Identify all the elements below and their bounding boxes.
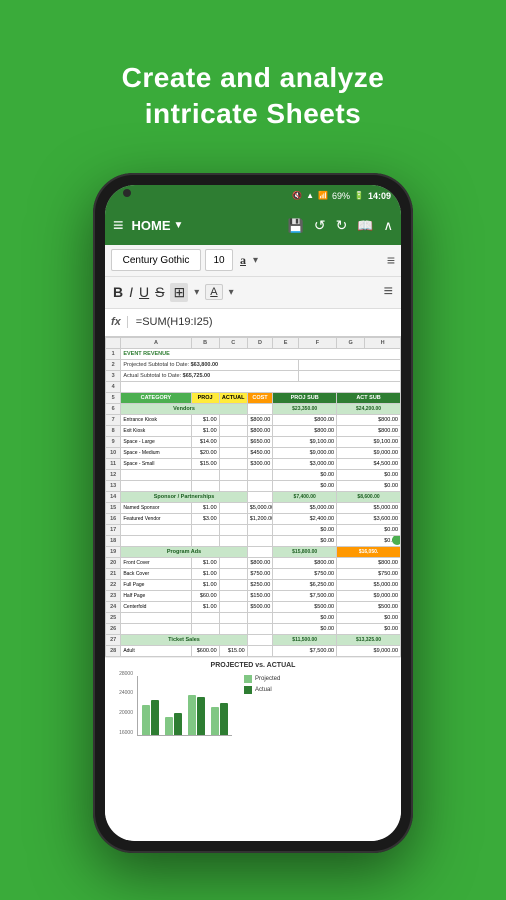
actual-header: ACTUAL	[219, 392, 247, 403]
actual-subtotal-row: Actual Subtotal to Date: $65,725.00	[121, 370, 298, 381]
italic-button[interactable]: I	[129, 284, 133, 300]
table-row: 15 Named Sponsor $1.00 $5,000.00 $5,000.…	[106, 502, 401, 513]
projected-header: PROJ	[191, 392, 219, 403]
legend-actual: Actual	[244, 686, 280, 694]
chart-bars	[137, 676, 232, 736]
actual-subtotal-header: ACT SUB	[337, 392, 401, 403]
font-size-value: 10	[213, 255, 224, 266]
projected-legend-label: Projected	[255, 676, 280, 682]
font-size-box[interactable]: 10	[205, 249, 233, 271]
align-right-icon[interactable]: ≡	[384, 283, 393, 301]
phone-outer: 🔇 ▲ 📶 69% 🔋 14:09 ≡ HOME ▼ 💾 ↺ ↻ 📖	[93, 173, 413, 853]
hamburger-icon[interactable]: ≡	[113, 215, 124, 236]
table-row: 11 Space - Small $15.00 $300.00 $3,000.0…	[106, 458, 401, 469]
signal-icon: 📶	[318, 191, 328, 200]
chart-section: PROJECTED vs. ACTUAL 28000 24000 20000 1…	[105, 657, 401, 738]
table-row: 16 Featured Vendor $3.00 $1,200.00 $2,40…	[106, 513, 401, 524]
table-row: 10 Space - Medium $20.00 $450.00 $9,000.…	[106, 447, 401, 458]
cost-header: COST	[247, 392, 273, 403]
mute-icon: 🔇	[292, 191, 302, 200]
table-row: 7 Entrance Kiosk $1.00 $800.00 $800.00 $…	[106, 414, 401, 425]
home-button[interactable]: HOME ▼	[132, 218, 184, 233]
projected-subtotal-row: Projected Subtotal to Date: $63,800.00	[121, 359, 298, 370]
bar-group-4	[211, 703, 228, 735]
save-icon[interactable]: 💾	[288, 218, 304, 234]
table-row: 13 $0.00 $0.00	[106, 480, 401, 491]
status-bar: 🔇 ▲ 📶 69% 🔋 14:09	[105, 185, 401, 207]
highlight-dropdown[interactable]: ▾	[229, 287, 234, 298]
table-row: 8 Exit Kiosk $1.00 $800.00 $800.00 $800.…	[106, 425, 401, 436]
underline-a-icon[interactable]: a	[237, 253, 249, 268]
legend-projected: Projected	[244, 675, 280, 683]
battery-level: 69%	[332, 191, 350, 201]
chart-y-axis: 28000 24000 20000 16000	[111, 671, 133, 736]
header-title: Create and analyze intricate Sheets	[102, 30, 405, 153]
spreadsheet-area[interactable]: A B C D E F G H 1 EVENT REVENUE	[105, 337, 401, 841]
format-bar: Century Gothic 10 a ▾ ≡	[105, 245, 401, 277]
actual-legend-label: Actual	[255, 687, 272, 693]
proj-subtotal-header: PROJ SUB	[273, 392, 337, 403]
formula-text[interactable]: =SUM(H19:I25)	[136, 316, 213, 328]
event-revenue-title: EVENT REVENUE	[121, 348, 401, 359]
dropdown-icon: ▼	[174, 220, 184, 231]
home-label: HOME	[132, 218, 171, 233]
text-format-bar: B I U S ⊞ ▾ A ▾ ≡	[105, 277, 401, 309]
clock: 14:09	[368, 191, 391, 201]
underline-button[interactable]: U	[139, 284, 149, 300]
table-row: 21 Back Cover $1.00 $750.00 $750.00 $750…	[106, 568, 401, 579]
phone-screen: 🔇 ▲ 📶 69% 🔋 14:09 ≡ HOME ▼ 💾 ↺ ↻ 📖	[105, 185, 401, 841]
program-ads-section-header: Program Ads	[121, 546, 247, 557]
sponsor-section-header: Sponsor / Partnerships	[121, 491, 247, 502]
highlight-button[interactable]: A	[205, 284, 222, 300]
font-name-value: Century Gothic	[123, 255, 190, 266]
table-row: 28 Adult $600.00 $15.00 $7,500.00 $9,000…	[106, 645, 401, 656]
fx-label: fx	[111, 316, 128, 328]
table-row: 9 Space - Large $14.00 $650.00 $9,100.00…	[106, 436, 401, 447]
formula-bar: fx =SUM(H19:I25)	[105, 309, 401, 337]
battery-icon: 🔋	[354, 191, 364, 200]
toolbar-top: ≡ HOME ▼ 💾 ↺ ↻ 📖 ∧	[105, 207, 401, 245]
table-row: 18 $0.00 $0.00	[106, 535, 401, 546]
table-row: 23 Half Page $60.00 $150.00 $7,500.00 $9…	[106, 590, 401, 601]
book-icon[interactable]: 📖	[357, 218, 373, 234]
chart-title: PROJECTED vs. ACTUAL	[111, 662, 395, 669]
strikethrough-button[interactable]: S	[155, 284, 164, 300]
expand-icon[interactable]: ∧	[383, 218, 393, 234]
font-name-box[interactable]: Century Gothic	[111, 249, 201, 271]
header-section: Create and analyze intricate Sheets	[72, 0, 435, 168]
wifi-icon: ▲	[306, 191, 314, 200]
cell-format-button[interactable]: ⊞	[170, 283, 188, 302]
bold-button[interactable]: B	[113, 284, 123, 300]
category-header: CATEGORY	[121, 392, 191, 403]
bar-group-3	[188, 695, 205, 735]
table-row: 24 Centerfold $1.00 $500.00 $500.00 $500…	[106, 601, 401, 612]
phone-wrapper: 🔇 ▲ 📶 69% 🔋 14:09 ≡ HOME ▼ 💾 ↺ ↻ 📖	[93, 173, 413, 853]
phone-camera	[123, 189, 131, 197]
table-row: 25 $0.00 $0.00	[106, 612, 401, 623]
bar-group-2	[165, 713, 182, 735]
toolbar-icons: 💾 ↺ ↻ 📖 ∧	[288, 217, 393, 234]
redo-icon[interactable]: ↻	[336, 217, 348, 234]
cell-format-dropdown[interactable]: ▾	[194, 287, 199, 298]
align-icon[interactable]: ≡	[387, 252, 395, 268]
text-color-dropdown-icon[interactable]: ▾	[253, 255, 258, 266]
chart-legend: Projected Actual	[244, 675, 280, 694]
bar-group-1	[142, 700, 159, 735]
table-row: 26 $0.00 $0.00	[106, 623, 401, 634]
chart-area: 28000 24000 20000 16000	[111, 671, 232, 736]
undo-icon[interactable]: ↺	[314, 217, 326, 234]
table-row: 20 Front Cover $1.00 $800.00 $800.00 $80…	[106, 557, 401, 568]
table-row: 12 $0.00 $0.00	[106, 469, 401, 480]
table-row: 17 $0.00 $0.00	[106, 524, 401, 535]
ticket-sales-section-header: Ticket Sales	[121, 634, 247, 645]
table-row: 22 Full Page $1.00 $250.00 $6,250.00 $5,…	[106, 579, 401, 590]
vendors-section-header: Vendors	[121, 403, 247, 414]
